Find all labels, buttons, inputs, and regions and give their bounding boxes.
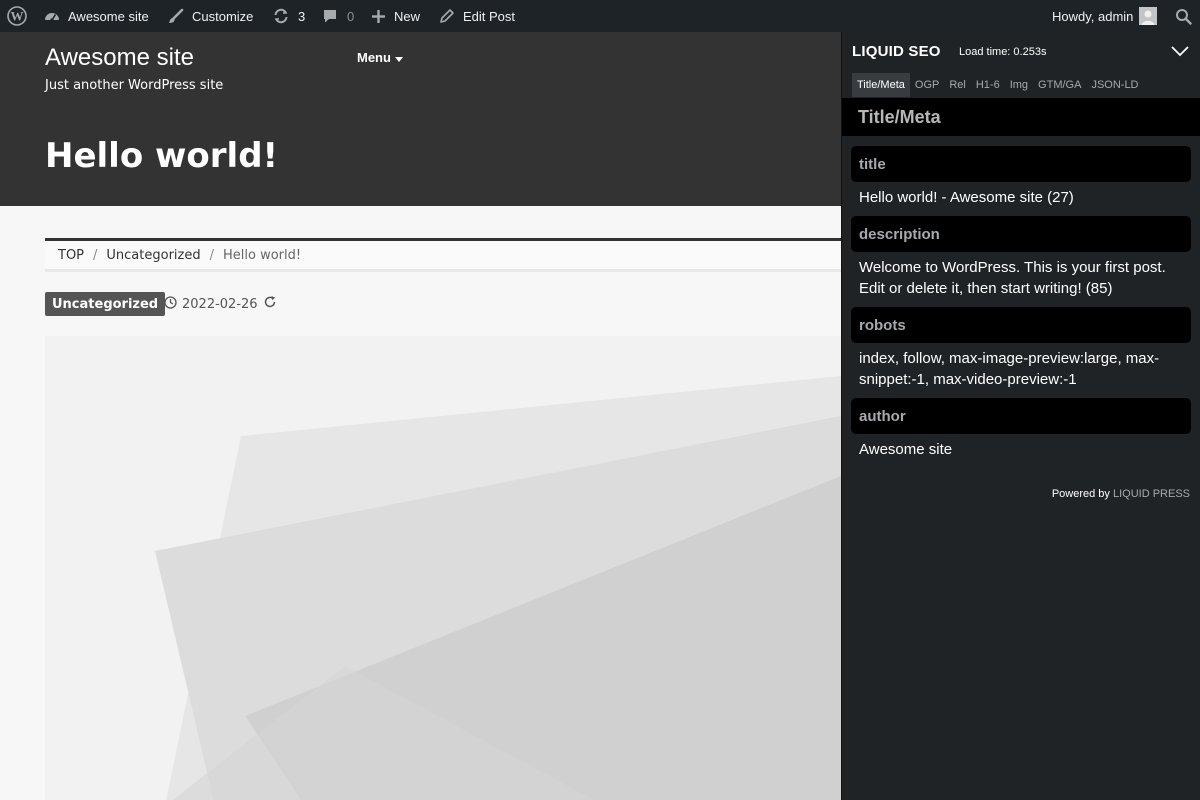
edit-post-button[interactable]: Edit Post bbox=[439, 0, 515, 32]
powered-by: Powered by LIQUID PRESS bbox=[1052, 488, 1190, 500]
post-date: 2022-02-26 bbox=[164, 294, 277, 314]
pencil-icon bbox=[439, 8, 455, 24]
my-account-menu[interactable]: Howdy, admin bbox=[1052, 0, 1158, 32]
customize-button[interactable]: Customize bbox=[167, 0, 253, 32]
tab-img[interactable]: Img bbox=[1005, 73, 1033, 97]
post-title: Hello world! bbox=[45, 136, 279, 176]
breadcrumb-item-top[interactable]: TOP bbox=[58, 248, 84, 263]
comment-icon bbox=[322, 8, 338, 24]
site-title[interactable]: Awesome site bbox=[45, 44, 194, 72]
seo-tabs: Title/Meta OGP Rel H1-6 Img GTM/GA JSON-… bbox=[852, 73, 1144, 97]
updates-count: 3 bbox=[298, 8, 306, 24]
breadcrumb-separator: / bbox=[209, 247, 214, 263]
tab-rel[interactable]: Rel bbox=[944, 73, 971, 97]
howdy-label: Howdy, admin bbox=[1052, 8, 1134, 24]
edit-post-label: Edit Post bbox=[463, 8, 516, 24]
field-label-title: title bbox=[851, 146, 1191, 182]
tab-ogp[interactable]: OGP bbox=[910, 73, 944, 97]
new-content-button[interactable]: New bbox=[371, 0, 420, 32]
search-icon bbox=[1175, 8, 1192, 25]
field-value-author: Awesome site bbox=[859, 441, 953, 458]
wordpress-logo-button[interactable]: W bbox=[7, 0, 27, 32]
tab-h1-6[interactable]: H1-6 bbox=[971, 73, 1005, 97]
tab-gtm-ga[interactable]: GTM/GA bbox=[1033, 73, 1086, 97]
plus-icon bbox=[371, 9, 386, 24]
updates-icon bbox=[272, 7, 290, 25]
site-name-label: Awesome site bbox=[68, 8, 149, 24]
breadcrumb: TOP / Uncategorized / Hello world! bbox=[45, 238, 841, 272]
tab-json-ld[interactable]: JSON-LD bbox=[1086, 73, 1143, 97]
dashboard-icon bbox=[43, 7, 61, 25]
breadcrumb-separator: / bbox=[93, 247, 98, 263]
breadcrumb-item-category[interactable]: Uncategorized bbox=[106, 248, 200, 263]
powered-by-link[interactable]: LIQUID PRESS bbox=[1113, 488, 1190, 500]
wordpress-logo-icon: W bbox=[7, 6, 27, 26]
caret-down-icon bbox=[394, 50, 403, 65]
brush-icon bbox=[167, 7, 185, 25]
powered-by-label: Powered by bbox=[1051, 488, 1110, 500]
post-date-value: 2022-02-26 bbox=[182, 296, 258, 312]
field-value-title: Hello world! - Awesome site (27) bbox=[859, 189, 1074, 206]
updates-button[interactable]: 3 bbox=[272, 0, 305, 32]
site-name-menu[interactable]: Awesome site bbox=[43, 0, 149, 32]
site-tagline: Just another WordPress site bbox=[45, 78, 224, 93]
seo-load-time: Load time: 0.253s bbox=[959, 46, 1047, 58]
seo-panel-brand: LIQUID SEO bbox=[852, 43, 941, 60]
seo-panel: LIQUID SEO Load time: 0.253s Title/Meta … bbox=[841, 32, 1200, 800]
breadcrumb-item-current: Hello world! bbox=[223, 247, 302, 263]
svg-text:W: W bbox=[11, 9, 24, 24]
field-value-description: Welcome to WordPress. This is your first… bbox=[859, 259, 1166, 297]
avatar-icon bbox=[1139, 7, 1158, 25]
field-label-author: author bbox=[851, 398, 1191, 434]
seo-section-title: Title/Meta bbox=[842, 98, 1200, 136]
chevron-down-icon[interactable] bbox=[1170, 44, 1190, 58]
field-label-robots: robots bbox=[851, 307, 1191, 343]
clock-icon bbox=[164, 295, 177, 313]
field-value-robots: index, follow, max-image-preview:large, … bbox=[859, 350, 1160, 388]
admin-bar: W Awesome site Customize 3 0 New Edit Po… bbox=[0, 0, 1200, 32]
field-label-description: description bbox=[851, 216, 1191, 252]
search-button[interactable] bbox=[1175, 0, 1192, 32]
site-header: Awesome site Just another WordPress site… bbox=[0, 32, 841, 206]
post-content-area: TOP / Uncategorized / Hello world! Uncat… bbox=[0, 206, 841, 800]
tab-title-meta[interactable]: Title/Meta bbox=[852, 73, 910, 97]
menu-toggle-button[interactable]: Menu bbox=[357, 50, 403, 65]
comments-count: 0 bbox=[347, 8, 355, 24]
category-badge[interactable]: Uncategorized bbox=[45, 292, 166, 316]
menu-label: Menu bbox=[357, 50, 391, 65]
new-label: New bbox=[394, 8, 421, 24]
featured-image bbox=[45, 336, 841, 800]
comments-button[interactable]: 0 bbox=[322, 0, 354, 32]
customize-label: Customize bbox=[192, 8, 254, 24]
updated-icon bbox=[263, 295, 277, 313]
